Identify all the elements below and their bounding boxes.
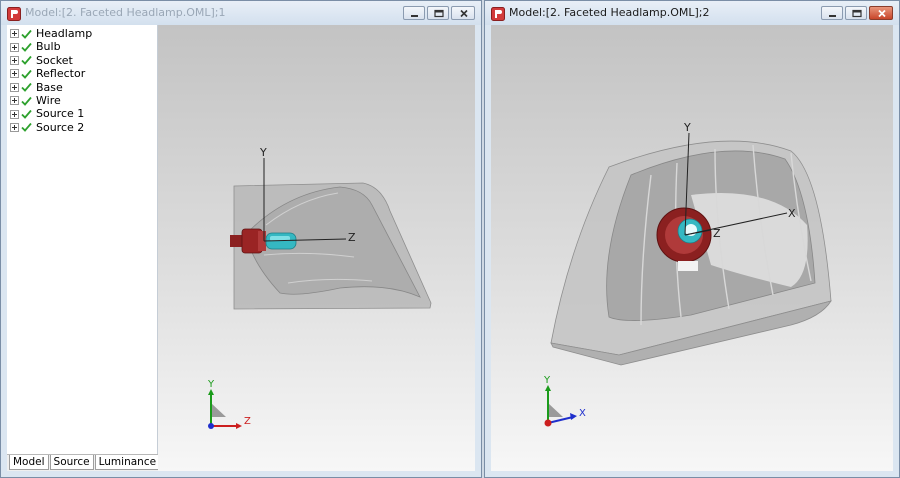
expander-plus-icon[interactable]: [10, 109, 19, 119]
tree-item-label: Bulb: [36, 40, 61, 54]
expander-plus-icon[interactable]: [10, 29, 19, 39]
tree-item-wire[interactable]: Wire: [10, 94, 157, 107]
tree-item-label: Socket: [36, 53, 73, 67]
orientation-triad: Y X: [543, 375, 586, 427]
title-bar[interactable]: Model:[2. Faceted Headlamp.OML];1: [1, 1, 481, 25]
maximize-icon: [852, 9, 862, 18]
model-window-1[interactable]: Model:[2. Faceted Headlamp.OML];1 Headla…: [0, 0, 482, 478]
tree-item-label: Source 1: [36, 107, 85, 121]
minimize-button[interactable]: [821, 6, 843, 20]
tab-source[interactable]: Source: [49, 455, 94, 470]
tab-model[interactable]: Model: [9, 455, 49, 470]
maximize-icon: [434, 9, 444, 18]
scene-axis-z-label: Z: [713, 227, 721, 240]
expander-plus-icon[interactable]: [10, 122, 19, 132]
scene-axis-y-label: Y: [259, 146, 267, 159]
green-check-icon[interactable]: [21, 55, 32, 66]
headlamp-scene-side-view: Y Z Y Z: [207, 146, 432, 429]
close-button[interactable]: [451, 6, 475, 20]
scene-axis-y-label: Y: [683, 121, 691, 134]
green-check-icon[interactable]: [21, 109, 32, 119]
expander-plus-icon[interactable]: [10, 55, 19, 65]
tree-item-socket[interactable]: Socket: [10, 54, 157, 67]
tree-item-source-2[interactable]: Source 2: [10, 121, 157, 134]
orientation-triad: Y Z: [207, 379, 251, 429]
tree-item-headlamp[interactable]: Headlamp: [10, 27, 157, 40]
minimize-button[interactable]: [403, 6, 425, 20]
window-title: Model:[2. Faceted Headlamp.OML];2: [509, 6, 710, 19]
triad-z-label: Z: [244, 416, 251, 427]
3d-viewport-2[interactable]: Y X Z Y X: [491, 25, 893, 471]
triad-y-label: Y: [207, 379, 215, 390]
minimize-icon: [829, 15, 836, 17]
tree-item-reflector[interactable]: Reflector: [10, 67, 157, 80]
model-window-2[interactable]: Model:[2. Faceted Headlamp.OML];2 Y X Z …: [484, 0, 900, 478]
model-tree-panel: Headlamp Bulb Socket Reflector Base Wire…: [7, 25, 161, 471]
expander-plus-icon[interactable]: [10, 42, 19, 52]
tree-item-source-1[interactable]: Source 1: [10, 107, 157, 120]
maximize-button[interactable]: [427, 6, 449, 20]
close-button[interactable]: [869, 6, 893, 20]
tab-luminance[interactable]: Luminance: [94, 455, 161, 470]
close-icon: [460, 9, 468, 18]
tree-item-base[interactable]: Base: [10, 81, 157, 94]
bulb: [677, 218, 703, 244]
window-client: Headlamp Bulb Socket Reflector Base Wire…: [7, 25, 475, 471]
tree-item-label: Reflector: [36, 67, 86, 81]
maximize-button[interactable]: [845, 6, 867, 20]
green-check-icon[interactable]: [21, 69, 32, 79]
close-icon: [878, 9, 886, 18]
app-logo-icon: [7, 7, 21, 21]
scene-axis-z-label: Z: [348, 231, 356, 244]
triad-x-label: X: [579, 408, 586, 419]
expander-plus-icon[interactable]: [10, 96, 19, 106]
green-check-icon[interactable]: [21, 96, 32, 106]
green-check-icon[interactable]: [21, 42, 32, 52]
tree-item-label: Base: [36, 80, 63, 94]
app-logo-icon: [491, 7, 505, 21]
minimize-icon: [411, 15, 418, 17]
green-check-icon[interactable]: [21, 82, 32, 93]
scene-axis-x-label: X: [788, 207, 796, 220]
tree-item-label: Source 2: [36, 120, 85, 134]
headlamp-scene-front-view: Y X Z Y X: [543, 121, 832, 427]
title-bar[interactable]: Model:[2. Faceted Headlamp.OML];2: [485, 1, 899, 25]
panel-tabs: Model Source Luminance: [7, 454, 161, 471]
expander-plus-icon[interactable]: [10, 82, 19, 92]
expander-plus-icon[interactable]: [10, 69, 19, 79]
triad-y-label: Y: [543, 375, 551, 386]
green-check-icon[interactable]: [21, 122, 32, 133]
3d-viewport-1[interactable]: Y Z Y Z: [158, 25, 475, 471]
tree-item-label: Headlamp: [36, 27, 93, 40]
model-tree: Headlamp Bulb Socket Reflector Base Wire…: [7, 25, 157, 134]
window-title: Model:[2. Faceted Headlamp.OML];1: [25, 6, 226, 19]
window-client: Y X Z Y X: [491, 25, 893, 471]
tree-item-bulb[interactable]: Bulb: [10, 40, 157, 53]
green-check-icon[interactable]: [21, 29, 32, 39]
tree-item-label: Wire: [36, 93, 61, 107]
